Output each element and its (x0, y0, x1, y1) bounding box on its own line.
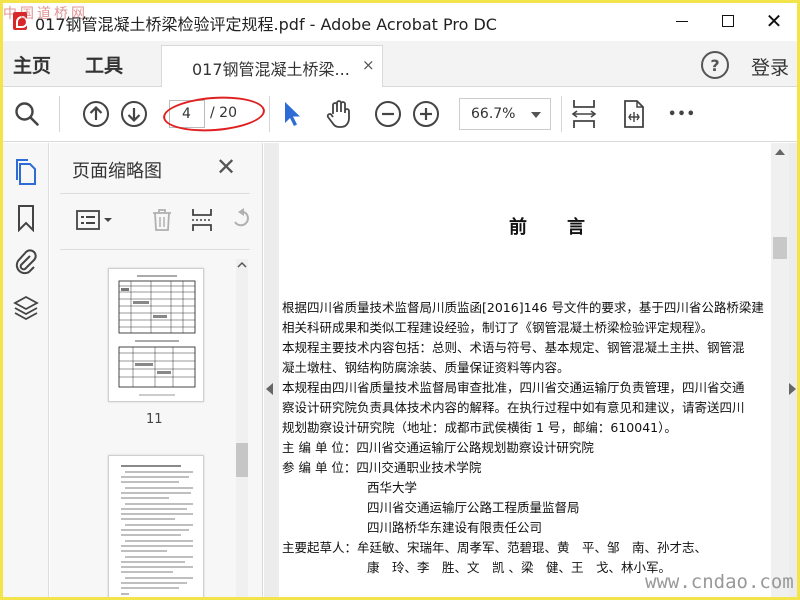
page-thumbnails-panel: 页面缩略图 ✕ 11 (50, 143, 263, 597)
scrollbar-thumb[interactable] (236, 443, 248, 477)
close-window-button[interactable]: ✕ (751, 3, 797, 39)
chief-editor-line: 主 编 单 位：四川省交通运输厅公路规划勘察设计研究院 (282, 440, 594, 455)
login-button[interactable]: 登录 (751, 53, 789, 80)
page-extract-icon[interactable] (188, 207, 216, 233)
document-text-line: 凝土墩柱、钢结构防腐涂装、质量保证资料等内容。 (282, 360, 570, 375)
document-text-line: 本规程主要技术内容包括：总则、术语与符号、基本规定、钢管混凝土主拱、钢管混 (282, 340, 745, 355)
drafters-line: 主要起草人：牟廷敏、宋瑞年、周孝军、范碧琨、黄 平、邹 南、孙才志、 (282, 540, 708, 555)
panel-divider (60, 193, 250, 194)
document-view: 前言 根据四川省质量技术监督局川质监函[2016]146 号文件的要求，基于四川… (264, 143, 797, 597)
tab-tools[interactable]: 工具 (85, 51, 123, 78)
hand-icon[interactable] (324, 99, 354, 129)
page-thumbnail[interactable] (108, 455, 204, 597)
attachment-icon[interactable] (11, 247, 41, 277)
site-watermark-bottom: www.cndao.com (645, 571, 794, 593)
document-text-line: 本规程由四川省质量技术监督局审查批准，四川省交通运输厅负责管理，四川省交通 (282, 380, 745, 395)
document-text-line: 规划勘察设计研究院（地址：成都市武侯横街 1 号，邮编：610041）。 (282, 420, 677, 435)
panel-divider (60, 249, 250, 250)
page-thumbnails-icon[interactable] (11, 157, 41, 187)
document-heading: 前言 (509, 217, 625, 238)
toolbar-divider (269, 96, 270, 132)
toolbar-divider (59, 96, 60, 132)
document-tab-label: 017钢管混凝土桥梁... (192, 60, 350, 79)
thumbnail-scrollbar[interactable] (236, 259, 248, 597)
select-arrow-icon[interactable] (277, 99, 307, 129)
close-icon: ✕ (765, 9, 783, 33)
pdf-page: 前言 根据四川省质量技术监督局川质监函[2016]146 号文件的要求，基于四川… (279, 143, 774, 597)
page-thumbnail[interactable] (108, 268, 204, 402)
more-icon[interactable]: ••• (667, 99, 697, 129)
rotate-page-icon[interactable] (619, 99, 649, 129)
title-bar: 中国道桥网 017钢管混凝土桥梁检验评定规程.pdf - Adobe Acrob… (3, 3, 797, 41)
scroll-up-icon[interactable] (775, 149, 785, 155)
page-down-icon[interactable] (119, 99, 149, 129)
document-text-line: 察设计研究院负责具体技术内容的解释。在执行过程中如有意见和建议，请寄送四川 (282, 400, 745, 415)
co-editor-line: 参 编 单 位：四川交通职业技术学院 (282, 460, 482, 475)
expand-right-panel-icon[interactable] (789, 383, 796, 395)
screenshot-frame: 中国道桥网 017钢管混凝土桥梁检验评定规程.pdf - Adobe Acrob… (0, 0, 800, 600)
thumbnail-page-number: 11 (146, 412, 163, 427)
options-menu-icon[interactable] (74, 207, 116, 233)
panel-close-icon[interactable]: ✕ (216, 153, 236, 181)
bookmark-icon[interactable] (11, 203, 41, 233)
collapse-left-panel-icon[interactable] (266, 383, 273, 395)
panel-title: 页面缩略图 (72, 161, 162, 182)
search-icon[interactable] (12, 99, 42, 129)
document-tab-close-icon[interactable]: × (362, 56, 375, 74)
maximize-icon (722, 15, 734, 27)
minimize-icon (676, 20, 688, 22)
document-text-line: 相关科研成果和类似工程建设经验，制订了《钢管混凝土桥梁检验评定规程》。 (282, 320, 714, 335)
drafters-line: 康 玲、李 胜、文 凯 、梁 健、王 戈、林小军。 (367, 560, 671, 575)
zoom-level-value: 66.7% (471, 106, 516, 122)
toolbar-divider (561, 96, 562, 132)
undo-icon[interactable] (228, 207, 252, 233)
window-title: 017钢管混凝土桥梁检验评定规程.pdf - Adobe Acrobat Pro… (35, 15, 497, 34)
co-editor-line: 西华大学 (367, 480, 418, 495)
document-text-line: 根据四川省质量技术监督局川质监函[2016]146 号文件的要求，基于四川省公路… (282, 300, 764, 315)
document-scrollbar[interactable] (771, 143, 789, 597)
help-icon[interactable]: ? (701, 51, 729, 79)
zoom-level-select[interactable]: 66.7% (459, 98, 551, 130)
delete-icon[interactable] (148, 207, 176, 233)
zoom-in-icon[interactable] (411, 99, 441, 129)
tab-home[interactable]: 主页 (13, 51, 51, 78)
co-editor-line: 四川省交通运输厅公路工程质量监督局 (367, 500, 580, 515)
chevron-down-icon (531, 112, 541, 118)
maximize-button[interactable] (705, 3, 751, 39)
fit-width-icon[interactable] (569, 99, 599, 129)
layers-icon[interactable] (11, 293, 41, 323)
page-up-icon[interactable] (81, 99, 111, 129)
left-navigation-rail (3, 143, 49, 597)
tab-document[interactable]: 017钢管混凝土桥梁... × (161, 45, 383, 87)
main-toolbar: 4 / 20 66.7% ••• (3, 88, 797, 142)
zoom-out-icon[interactable] (373, 99, 403, 129)
scrollbar-thumb[interactable] (773, 237, 787, 259)
scroll-up-icon[interactable] (236, 259, 248, 271)
minimize-button[interactable] (659, 3, 705, 39)
tab-bar: 主页 工具 017钢管混凝土桥梁... × ? 登录 (3, 41, 797, 87)
co-editor-line: 四川路桥华东建设有限责任公司 (367, 520, 543, 535)
